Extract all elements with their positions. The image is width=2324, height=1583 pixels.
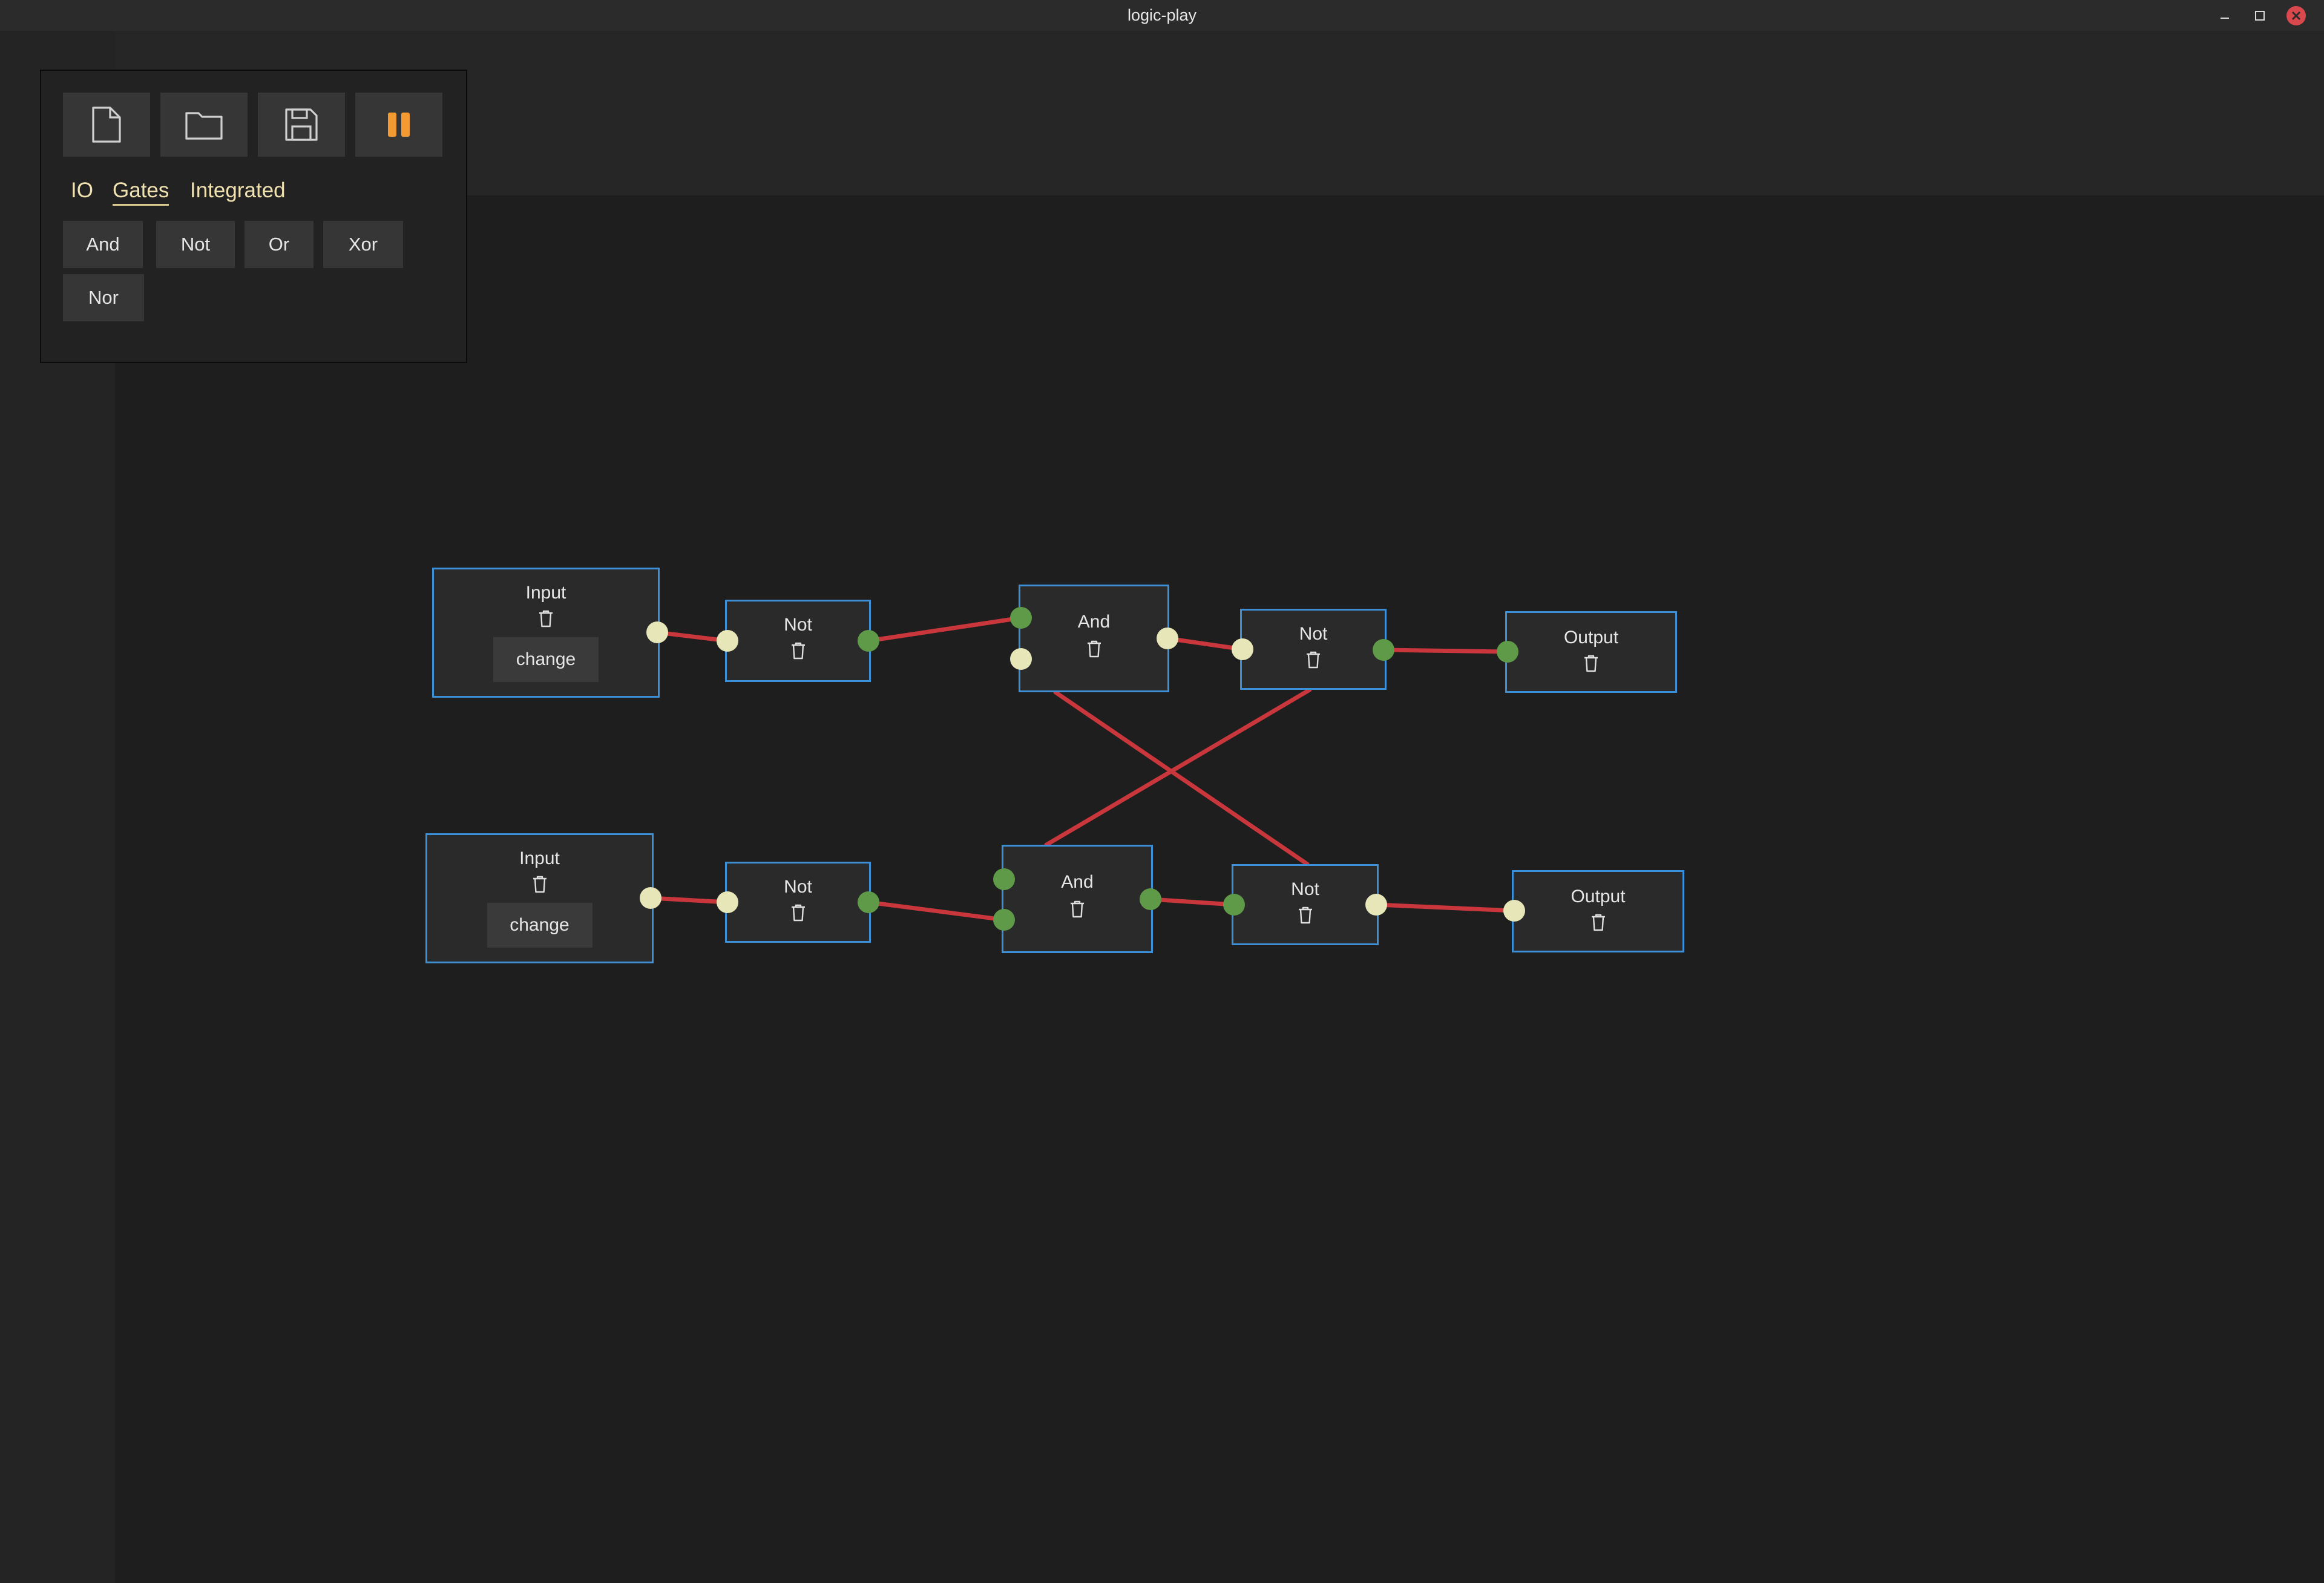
out2-input-pin[interactable] (1503, 900, 1525, 922)
node-not[interactable]: Not (1232, 864, 1379, 945)
trash-icon[interactable] (1086, 640, 1102, 658)
trash-icon[interactable] (790, 903, 806, 922)
node-label: Not (784, 615, 812, 635)
node-not[interactable]: Not (1240, 609, 1387, 690)
not2-output-pin[interactable] (1373, 639, 1394, 661)
trash-icon[interactable] (1298, 906, 1313, 924)
tab-gates[interactable]: Gates (113, 179, 169, 206)
change-button[interactable]: change (493, 637, 599, 682)
node-label: And (1061, 872, 1094, 892)
wire[interactable] (1374, 902, 1517, 913)
and1-output-pin[interactable] (1157, 628, 1178, 649)
in1-output-pin[interactable] (646, 621, 668, 643)
pause-button[interactable] (355, 93, 442, 157)
gate-button-nor[interactable]: Nor (63, 274, 144, 321)
not1-output-pin[interactable] (858, 630, 879, 652)
gate-button-and[interactable]: And (63, 221, 143, 268)
node-label: Input (519, 848, 560, 868)
and2-input-pin-b[interactable] (993, 909, 1015, 931)
wire[interactable] (1381, 647, 1510, 654)
node-label: Output (1571, 887, 1626, 906)
not3-output-pin[interactable] (858, 891, 879, 913)
change-button[interactable]: change (487, 903, 592, 948)
node-not[interactable]: Not (725, 600, 871, 682)
open-folder-icon (185, 112, 223, 140)
trash-icon[interactable] (538, 609, 554, 628)
node-and[interactable]: And (1002, 845, 1153, 953)
node-label: Not (784, 877, 812, 897)
gate-button-xor[interactable]: Xor (323, 221, 403, 268)
node-output[interactable]: Output (1512, 870, 1684, 952)
in2-output-pin[interactable] (640, 887, 661, 909)
not4-input-pin[interactable] (1223, 894, 1245, 916)
trash-icon[interactable] (532, 875, 548, 893)
wire[interactable] (1148, 897, 1236, 907)
trash-icon[interactable] (790, 641, 806, 660)
and1-input-pin-b[interactable] (1010, 648, 1032, 670)
out1-input-pin[interactable] (1497, 641, 1518, 663)
trash-icon[interactable] (1583, 654, 1599, 672)
new-file-icon (92, 107, 121, 143)
node-and[interactable]: And (1019, 585, 1169, 692)
node-input[interactable]: Input change (432, 568, 660, 698)
tab-integrated[interactable]: Integrated (190, 179, 286, 203)
wire[interactable] (648, 896, 730, 905)
and2-input-pin-a[interactable] (993, 868, 1015, 890)
wire[interactable] (866, 615, 1023, 643)
tab-io[interactable]: IO (71, 179, 93, 203)
gate-button-not[interactable]: Not (156, 221, 235, 268)
not2-input-pin[interactable] (1232, 638, 1253, 660)
node-not[interactable]: Not (725, 862, 871, 943)
toolbox-panel: IO Gates Integrated And Not Or Xor Nor (40, 70, 467, 363)
node-label: And (1077, 612, 1111, 632)
wire[interactable] (866, 900, 1006, 922)
node-label: Output (1563, 628, 1619, 647)
open-folder-button[interactable] (160, 93, 248, 157)
new-file-button[interactable] (63, 93, 150, 157)
node-label: Not (1291, 879, 1319, 899)
trash-icon[interactable] (1305, 651, 1321, 669)
and2-output-pin[interactable] (1140, 888, 1161, 910)
node-input[interactable]: Input change (425, 833, 654, 963)
node-label: Not (1299, 624, 1328, 644)
node-label: Input (525, 583, 566, 603)
trash-icon[interactable] (1590, 913, 1606, 931)
save-button[interactable] (258, 93, 345, 157)
not3-input-pin[interactable] (717, 891, 738, 913)
pause-icon (388, 113, 410, 137)
node-output[interactable]: Output (1505, 611, 1677, 693)
gate-button-or[interactable]: Or (245, 221, 313, 268)
save-icon (285, 108, 318, 141)
wire[interactable] (1053, 690, 1310, 867)
not1-input-pin[interactable] (717, 630, 738, 652)
trash-icon[interactable] (1069, 900, 1085, 918)
and1-input-pin-a[interactable] (1010, 607, 1032, 629)
not4-output-pin[interactable] (1365, 894, 1387, 916)
